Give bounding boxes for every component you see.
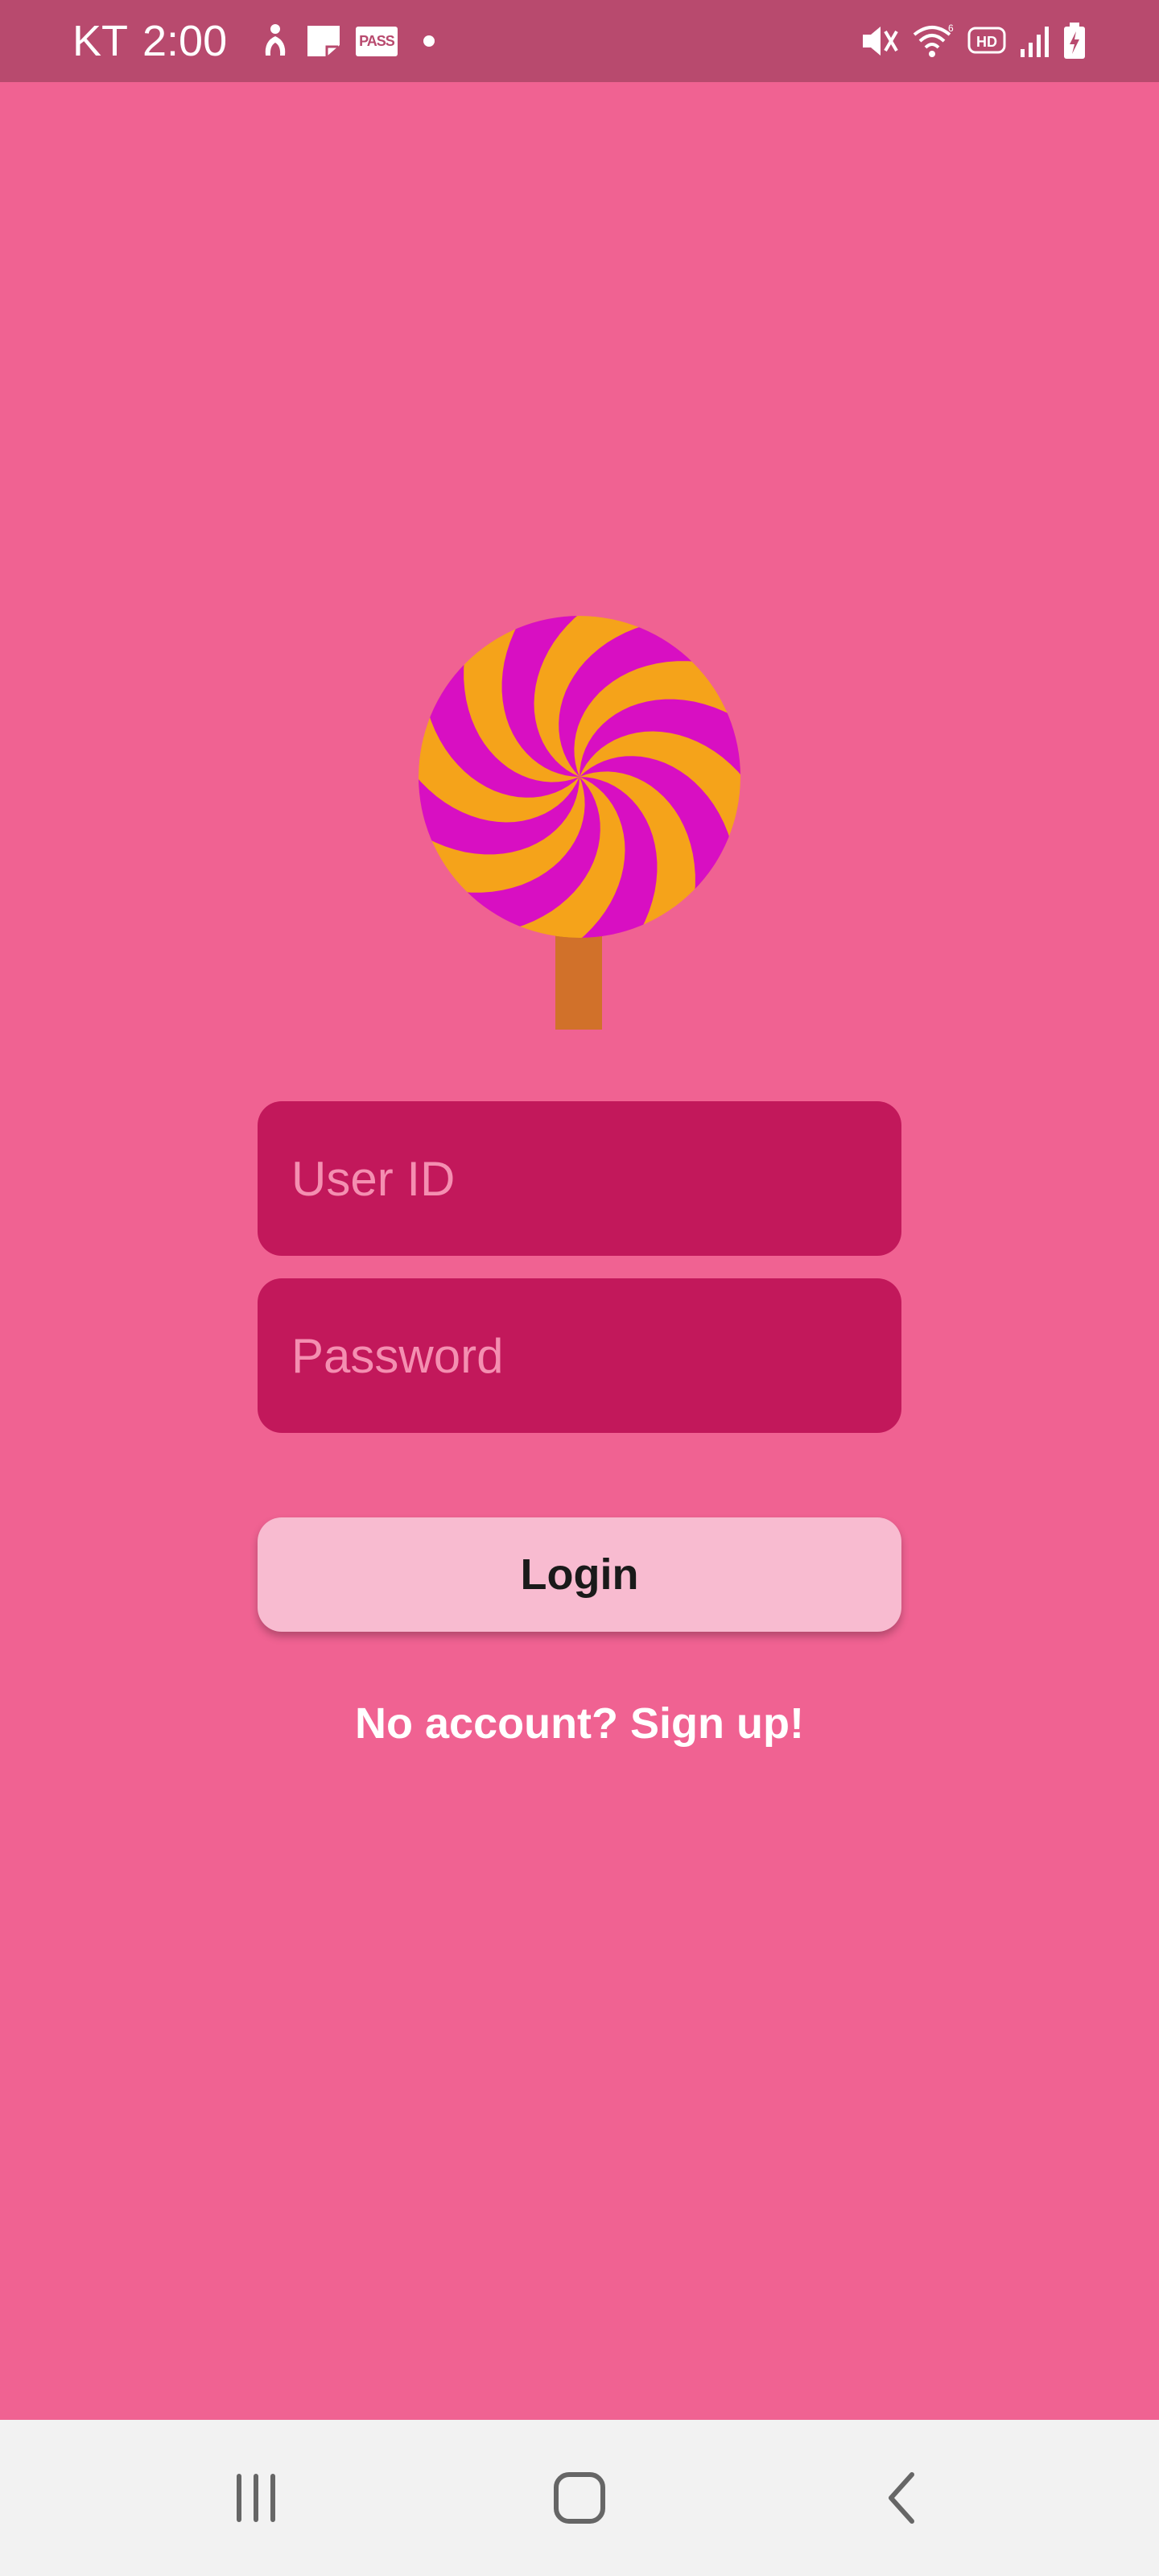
battery-charging-icon bbox=[1062, 22, 1087, 60]
recent-apps-icon[interactable] bbox=[216, 2458, 296, 2538]
wifi-icon: 6 bbox=[911, 23, 956, 59]
lollipop-icon bbox=[419, 616, 740, 1030]
status-bar: KT 2:00 PASS 6 HD bbox=[0, 0, 1159, 82]
lollipop-candy bbox=[419, 616, 740, 938]
lollipop-stick bbox=[555, 922, 602, 1030]
mute-vibrate-icon bbox=[861, 23, 900, 59]
lollipop-logo bbox=[415, 608, 744, 1042]
navigation-bar bbox=[0, 2420, 1159, 2576]
user-id-input[interactable] bbox=[290, 1100, 901, 1257]
user-id-field[interactable] bbox=[258, 1100, 901, 1257]
hd-label: HD bbox=[976, 34, 997, 50]
sticky-note-icon bbox=[306, 24, 341, 58]
home-icon[interactable] bbox=[539, 2458, 620, 2538]
login-button[interactable]: Login bbox=[258, 1517, 901, 1632]
notification-dot-icon bbox=[423, 35, 435, 47]
carrier-label: KT bbox=[72, 17, 129, 65]
wifi-tag: 6 bbox=[948, 23, 954, 34]
password-input[interactable] bbox=[290, 1278, 901, 1434]
clock: 2:00 bbox=[142, 17, 228, 65]
hd-icon: HD bbox=[967, 25, 1008, 57]
pass-icon: PASS bbox=[356, 26, 398, 56]
signal-icon bbox=[1019, 23, 1051, 59]
signup-link[interactable]: No account? Sign up! bbox=[0, 1699, 1159, 1748]
accessibility-icon bbox=[259, 23, 291, 59]
back-icon[interactable] bbox=[863, 2458, 943, 2538]
password-field[interactable] bbox=[258, 1278, 901, 1434]
